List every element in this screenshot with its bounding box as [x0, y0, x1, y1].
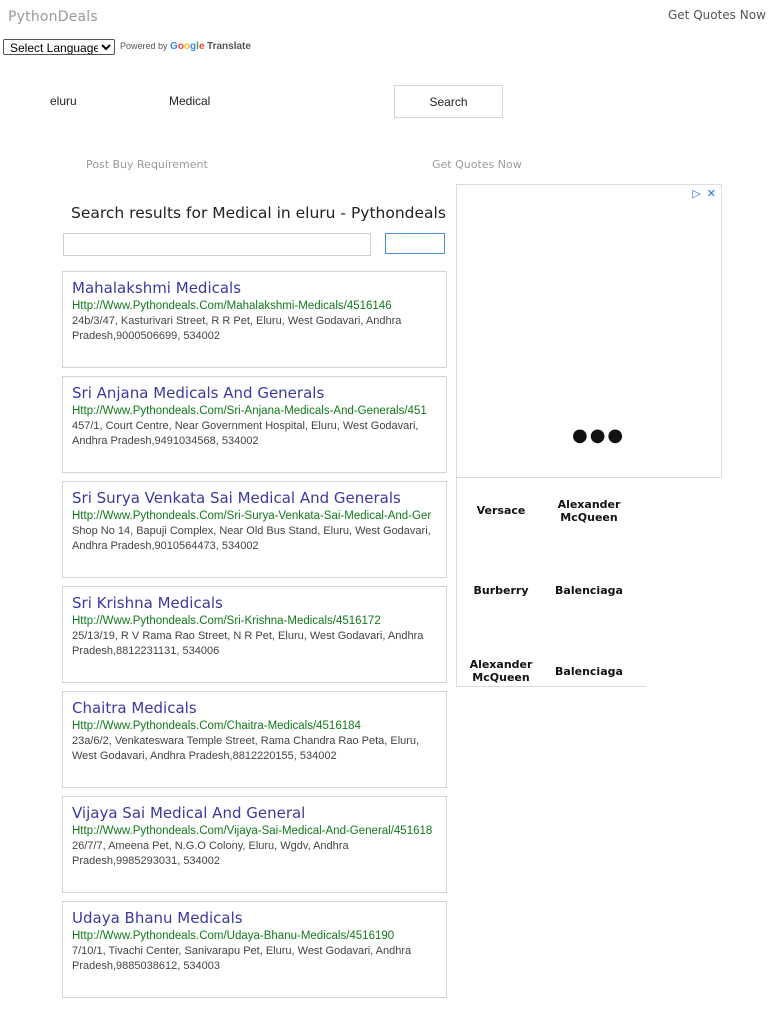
brand-ad-item[interactable]: Balenciaga — [545, 584, 633, 597]
result-address: 457/1, Court Centre, Near Government Hos… — [72, 420, 419, 447]
result-address: 25/13/19, R V Rama Rao Street, N R Pet, … — [72, 630, 424, 657]
filter-input[interactable] — [63, 233, 371, 256]
result-card: Sri Krishna Medicals Http://Www.Pythonde… — [62, 586, 447, 683]
result-url-link[interactable]: Http://Www.Pythondeals.Com/Mahalakshmi-M… — [72, 300, 392, 312]
adchoices-icon[interactable]: ▷ — [692, 188, 700, 200]
page-title: Search results for Medical in eluru - Py… — [71, 204, 446, 222]
result-card: Sri Anjana Medicals And Generals Http://… — [62, 376, 447, 473]
keyword-input[interactable] — [169, 90, 369, 112]
google-translate-attribution: Powered by Google Translate — [120, 41, 251, 52]
brand-ad-item[interactable]: Alexander McQueen — [457, 658, 545, 684]
get-quotes-nav-link[interactable]: Get Quotes Now — [432, 158, 522, 171]
result-url-link[interactable]: Http://Www.Pythondeals.Com/Vijaya-Sai-Me… — [72, 825, 432, 837]
ad-badge[interactable]: ▷ ✕ — [692, 187, 716, 200]
result-card: Vijaya Sai Medical And General Http://Ww… — [62, 796, 447, 893]
result-card: Mahalakshmi Medicals Http://Www.Pythonde… — [62, 271, 447, 368]
result-url-link[interactable]: Http://Www.Pythondeals.Com/Sri-Anjana-Me… — [72, 405, 427, 417]
result-url-link[interactable]: Http://Www.Pythondeals.Com/Udaya-Bhanu-M… — [72, 930, 394, 942]
brand-ad-grid: Versace Alexander McQueen Burberry Balen… — [456, 478, 646, 687]
result-name-link[interactable]: Sri Surya Venkata Sai Medical And Genera… — [72, 489, 401, 507]
language-select[interactable]: Select Language — [3, 39, 115, 55]
brand-ad-item[interactable]: Burberry — [457, 584, 545, 597]
get-quotes-link[interactable]: Get Quotes Now — [668, 8, 766, 22]
brand-ad-item[interactable]: Versace — [457, 504, 545, 517]
google-logo[interactable]: Google — [170, 41, 204, 52]
result-address: 7/10/1, Tivachi Center, Sanivarapu Pet, … — [72, 945, 412, 972]
result-url-link[interactable]: Http://Www.Pythondeals.Com/Sri-Surya-Ven… — [72, 510, 431, 522]
loading-dots-icon: ●●● — [572, 425, 626, 446]
filter-button[interactable] — [385, 233, 445, 254]
powered-by-label: Powered by — [120, 41, 168, 51]
result-url-link[interactable]: Http://Www.Pythondeals.Com/Chaitra-Medic… — [72, 720, 361, 732]
result-card: Udaya Bhanu Medicals Http://Www.Pythonde… — [62, 901, 447, 998]
translate-label[interactable]: Translate — [207, 41, 251, 52]
post-buy-requirement-link[interactable]: Post Buy Requirement — [86, 158, 208, 171]
close-icon[interactable]: ✕ — [707, 188, 716, 200]
result-address: 24b/3/47, Kasturivari Street, R R Pet, E… — [72, 315, 402, 342]
result-address: Shop No 14, Bapuji Complex, Near Old Bus… — [72, 525, 431, 552]
brand-ad-item[interactable]: Alexander McQueen — [545, 498, 633, 524]
result-url-link[interactable]: Http://Www.Pythondeals.Com/Sri-Krishna-M… — [72, 615, 381, 627]
result-name-link[interactable]: Chaitra Medicals — [72, 699, 197, 717]
results-list: Mahalakshmi Medicals Http://Www.Pythonde… — [62, 271, 447, 1006]
city-input[interactable] — [50, 90, 150, 112]
result-name-link[interactable]: Vijaya Sai Medical And General — [72, 804, 305, 822]
result-name-link[interactable]: Sri Krishna Medicals — [72, 594, 223, 612]
result-card: Chaitra Medicals Http://Www.Pythondeals.… — [62, 691, 447, 788]
ad-frame[interactable]: ▷ ✕ ●●● — [456, 184, 722, 478]
result-address: 26/7/7, Ameena Pet, N.G.O Colony, Eluru,… — [72, 840, 349, 867]
brand-ad-item[interactable]: Balenciaga — [545, 665, 633, 678]
result-name-link[interactable]: Sri Anjana Medicals And Generals — [72, 384, 324, 402]
result-name-link[interactable]: Udaya Bhanu Medicals — [72, 909, 243, 927]
site-logo[interactable]: PythonDeals — [8, 9, 98, 25]
search-button[interactable]: Search — [394, 85, 503, 118]
result-address: 23a/6/2, Venkateswara Temple Street, Ram… — [72, 735, 420, 762]
result-name-link[interactable]: Mahalakshmi Medicals — [72, 279, 241, 297]
result-card: Sri Surya Venkata Sai Medical And Genera… — [62, 481, 447, 578]
